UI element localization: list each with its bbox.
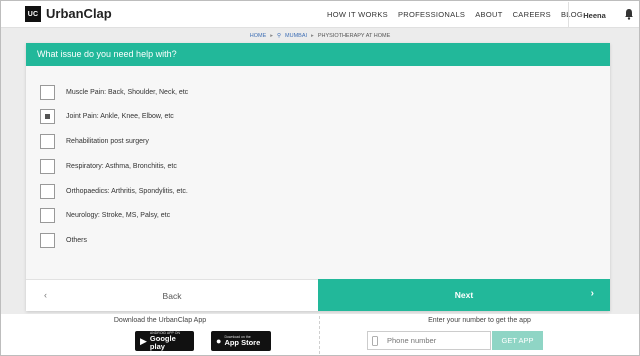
chevron-right-icon: ▸	[270, 33, 274, 39]
option-label: Orthopaedics: Arthritis, Spondylitis, et…	[66, 187, 188, 195]
option-checkbox[interactable]	[40, 84, 55, 100]
nav-careers[interactable]: CAREERS	[513, 10, 551, 19]
breadcrumb-city[interactable]: MUMBAI	[285, 33, 307, 39]
google-play-button[interactable]: ▶ ANDROID APP ON Google play	[135, 331, 194, 351]
nav-about[interactable]: ABOUT	[475, 10, 502, 19]
option-label: Neurology: Stroke, MS, Palsy, etc	[66, 212, 171, 220]
option-checkbox[interactable]	[40, 158, 55, 174]
option-row[interactable]: Muscle Pain: Back, Shoulder, Neck, etc	[40, 84, 188, 100]
chevron-right-icon: ›	[590, 288, 594, 299]
get-app-button[interactable]: GET APP	[492, 331, 543, 350]
google-play-label: Google play	[149, 334, 176, 351]
option-checkbox[interactable]	[40, 134, 55, 150]
top-header: UC UrbanClap HOW IT WORKS PROFESSIONALS …	[1, 1, 639, 28]
checked-mark-icon	[45, 114, 50, 120]
app-store-button[interactable]: ● Download on the App Store	[211, 331, 271, 351]
nav-how-it-works[interactable]: HOW IT WORKS	[327, 10, 388, 19]
question-card: What issue do you need help with? Muscle…	[26, 43, 610, 311]
logo-mark[interactable]: UC	[25, 6, 41, 22]
option-label: Rehabilitation post surgery	[66, 138, 149, 146]
option-row[interactable]: Rehabilitation post surgery	[40, 134, 188, 150]
option-label: Others	[66, 237, 88, 245]
phone-number-field[interactable]	[367, 331, 491, 350]
option-row[interactable]: Others	[40, 233, 188, 249]
option-checkbox[interactable]	[40, 109, 55, 125]
next-button[interactable]: Next ›	[318, 279, 610, 311]
user-menu[interactable]: Heena	[568, 2, 620, 28]
brand-name[interactable]: UrbanClap	[46, 6, 112, 21]
app-store-label: App Store	[224, 338, 261, 347]
option-checkbox[interactable]	[40, 208, 55, 224]
next-label: Next	[454, 290, 474, 300]
breadcrumb: HOME ▸ ⚲ MUMBAI ▸ PHYSIOTHERAPY AT HOME	[0, 30, 640, 42]
option-checkbox[interactable]	[40, 233, 55, 249]
option-label: Joint Pain: Ankle, Knee, Elbow, etc	[66, 113, 174, 121]
back-button[interactable]: ‹ Back	[26, 279, 318, 311]
main-nav: HOW IT WORKS PROFESSIONALS ABOUT CAREERS…	[327, 10, 593, 19]
option-label: Muscle Pain: Back, Shoulder, Neck, etc	[66, 88, 189, 96]
option-list: Muscle Pain: Back, Shoulder, Neck, etc Jo…	[40, 84, 188, 258]
phone-number-input[interactable]	[387, 336, 487, 345]
breadcrumb-current: PHYSIOTHERAPY AT HOME	[317, 33, 391, 39]
play-store-icon: ▶	[140, 335, 147, 346]
bell-icon[interactable]	[623, 7, 635, 21]
chevron-left-icon: ‹	[44, 290, 47, 300]
option-row[interactable]: Respiratory: Asthma, Bronchitis, etc	[40, 158, 188, 174]
option-label: Respiratory: Asthma, Bronchitis, etc	[66, 162, 177, 170]
chevron-right-icon: ▸	[311, 33, 314, 39]
app-download-footer: Download the UrbanClap App ▶ ANDROID APP…	[1, 314, 639, 355]
option-row[interactable]: Orthopaedics: Arthritis, Spondylitis, et…	[40, 183, 188, 199]
breadcrumb-home[interactable]: HOME	[250, 33, 267, 39]
location-pin-icon: ⚲	[277, 33, 282, 39]
option-row[interactable]: Joint Pain: Ankle, Knee, Elbow, etc	[40, 109, 188, 125]
mobile-phone-icon	[368, 335, 382, 346]
option-row[interactable]: Neurology: Stroke, MS, Palsy, etc	[40, 208, 188, 224]
apple-icon: ●	[216, 336, 222, 346]
option-checkbox[interactable]	[40, 183, 55, 199]
card-footer: ‹ Back Next ›	[26, 279, 610, 311]
download-title: Download the UrbanClap App	[113, 317, 207, 324]
back-label: Back	[162, 290, 182, 301]
question-title: What issue do you need help with?	[26, 43, 610, 66]
nav-professionals[interactable]: PROFESSIONALS	[398, 10, 465, 19]
phone-title: Enter your number to get the app	[428, 317, 531, 324]
